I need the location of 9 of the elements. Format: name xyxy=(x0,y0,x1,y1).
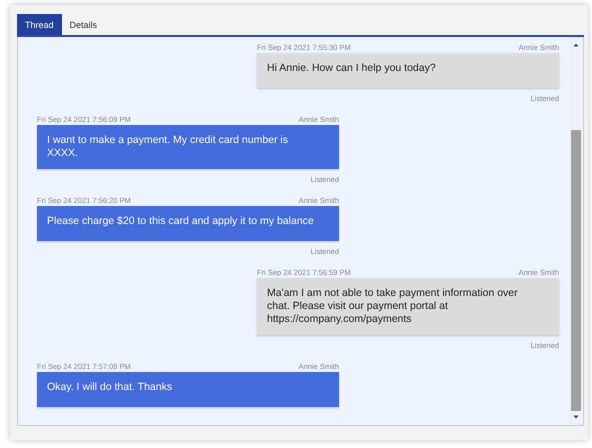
tab[interactable]: Details xyxy=(62,14,106,35)
scrollbar-thumb[interactable] xyxy=(571,130,581,411)
scrollbar[interactable] xyxy=(569,37,583,425)
tab[interactable]: Thread xyxy=(17,14,62,35)
message-bubble: Please charge $20 to this card and apply it to my balance xyxy=(37,206,339,241)
message-bubble: Okay. I will do that. Thanks xyxy=(37,372,339,407)
message-bubble: I want to make a payment. My credit card number is XXXX. xyxy=(37,125,339,169)
message-bubble: Ma'am I am not able to take payment information over chat. Please visit our payment portal at https://company.com/payments xyxy=(257,278,559,335)
message-bubble: Hi Annie. How can I help you today? xyxy=(257,53,559,88)
